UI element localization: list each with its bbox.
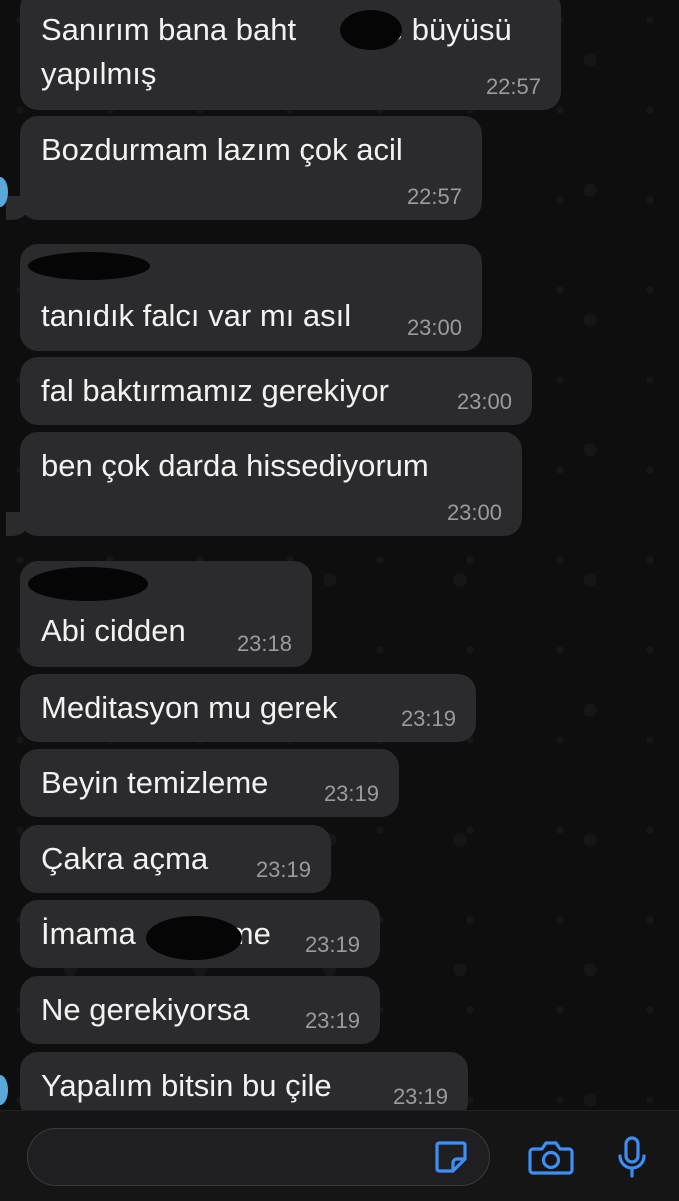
- message-bubble[interactable]: Meditasyon mu gerek 23:19: [20, 674, 476, 742]
- message-time: 23:00: [446, 500, 502, 525]
- redaction-scribble: [146, 916, 242, 960]
- message-time: 23:19: [392, 1084, 448, 1109]
- message-text: Ne gerekiyorsa: [41, 992, 250, 1027]
- message-text: Beyin temizleme: [41, 765, 269, 800]
- message-bubble[interactable]: fal baktırmamız gerekiyor 23:00: [20, 357, 532, 425]
- message-text: Sanırım bana baht me büyüsü: [41, 10, 512, 50]
- message-time: 23:19: [255, 857, 311, 882]
- message-text: Çakra açma: [41, 841, 209, 876]
- message-time: 23:19: [304, 932, 360, 957]
- message-bubble[interactable]: ben çok darda hissediyorum 23:00: [20, 432, 522, 536]
- message-bubble[interactable]: tanıdık falcı var mı asıl 23:00: [20, 244, 482, 351]
- message-text: Yapalım bitsin bu çile: [41, 1068, 332, 1103]
- message-text: fal baktırmamız gerekiyor: [41, 373, 389, 408]
- message-bubble[interactable]: Abi cidden 23:18: [20, 561, 312, 667]
- message-text: ben çok darda hissediyorum: [41, 448, 429, 483]
- avatar: [0, 1075, 8, 1105]
- message-text: Meditasyon mu gerek: [41, 690, 338, 725]
- message-time: 23:19: [304, 1008, 360, 1033]
- message-time: 23:19: [323, 781, 379, 806]
- message-bubble[interactable]: Sanırım bana baht me büyüsü yapılmış 22:5…: [20, 0, 561, 110]
- message-bubble[interactable]: Beyin temizleme 23:19: [20, 749, 399, 817]
- message-time: 23:19: [400, 706, 456, 731]
- message-bubble[interactable]: Çakra açma 23:19: [20, 825, 331, 893]
- message-text-part: İmama: [41, 916, 136, 951]
- message-time: 23:18: [236, 631, 292, 656]
- redaction-scribble: [340, 10, 402, 50]
- message-text: Bozdurmam lazım çok acil: [41, 132, 403, 167]
- message-text-part: Sanırım bana baht: [41, 12, 297, 47]
- message-bubble[interactable]: Bozdurmam lazım çok acil 22:57: [20, 116, 482, 220]
- message-text: yapılmış: [41, 56, 157, 91]
- message-time: 23:00: [406, 315, 462, 340]
- camera-icon[interactable]: [527, 1137, 575, 1177]
- microphone-icon[interactable]: [616, 1135, 648, 1179]
- sticker-icon[interactable]: [431, 1137, 471, 1177]
- message-bubble[interactable]: Ne gerekiyorsa 23:19: [20, 976, 380, 1044]
- message-time: 22:57: [406, 184, 462, 209]
- message-bubble[interactable]: Yapalım bitsin bu çile 23:19: [20, 1052, 468, 1110]
- chat-area[interactable]: Sanırım bana baht me büyüsü yapılmış 22:5…: [0, 0, 679, 1110]
- message-input-bar: [0, 1110, 679, 1201]
- message-time: 23:00: [456, 389, 512, 414]
- message-bubble[interactable]: İmama me 23:19: [20, 900, 380, 968]
- message-input[interactable]: [27, 1128, 490, 1186]
- message-time: 22:57: [485, 74, 541, 99]
- redaction-scribble: [28, 567, 148, 601]
- message-text: Abi cidden: [41, 613, 186, 648]
- message-text: tanıdık falcı var mı asıl: [41, 298, 352, 333]
- redaction-scribble: [28, 252, 150, 280]
